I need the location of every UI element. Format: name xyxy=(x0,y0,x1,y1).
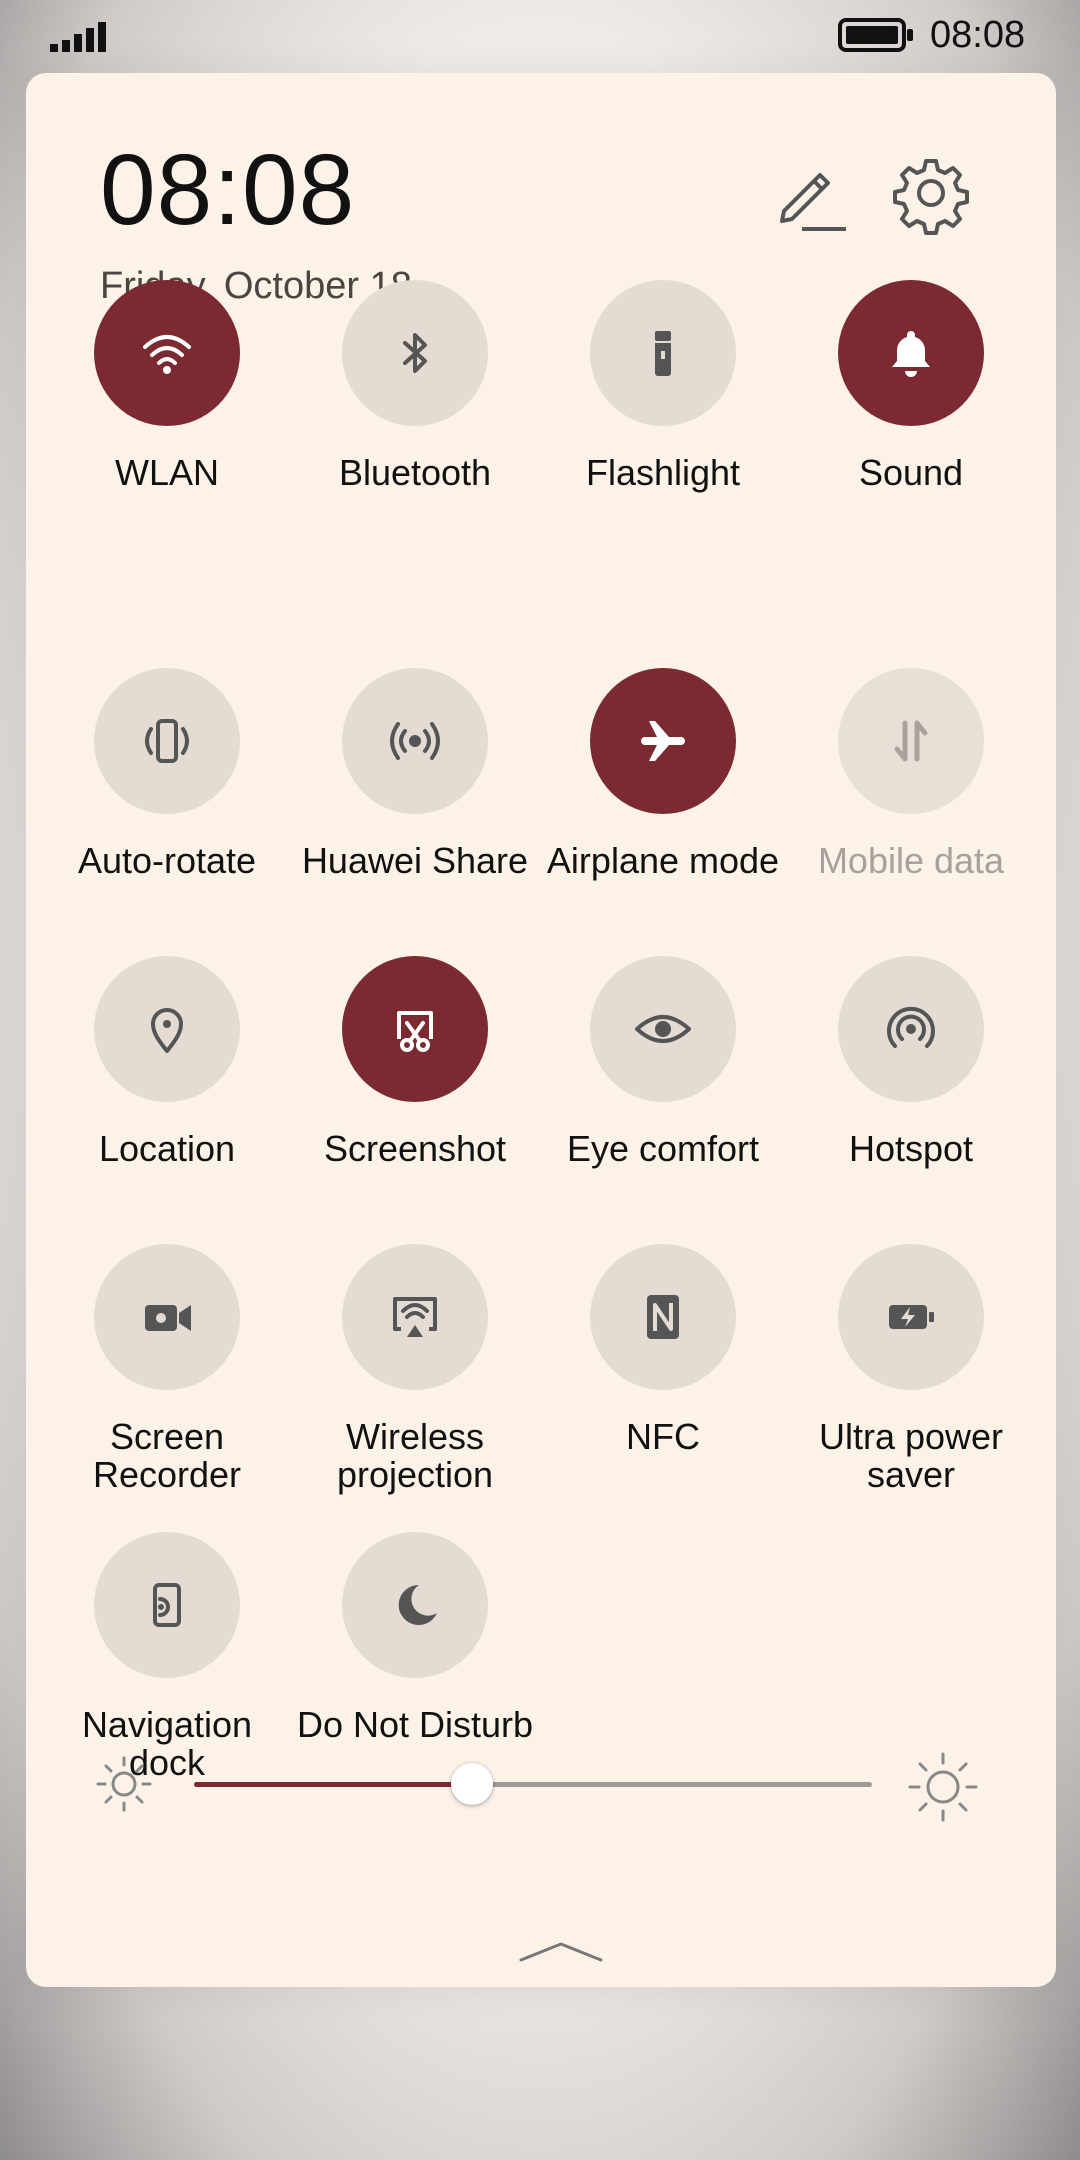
brightness-slider-fill xyxy=(194,1782,472,1787)
ultra-power-saver-toggle[interactable] xyxy=(838,1244,984,1390)
wireless-projection-toggle[interactable] xyxy=(342,1244,488,1390)
wireless-projection-icon xyxy=(393,1297,437,1337)
tile-label: Mobile data xyxy=(817,840,1005,881)
tile-mobile-data[interactable]: Mobile data xyxy=(791,668,1031,880)
tile-airplane-mode[interactable]: Airplane mode xyxy=(543,668,783,880)
tile-screenshot[interactable]: Screenshot xyxy=(295,956,535,1168)
tile-nfc[interactable]: NFC xyxy=(543,1244,783,1456)
flashlight-icon xyxy=(655,331,671,376)
flashlight-toggle[interactable] xyxy=(590,280,736,426)
tile-screen-recorder[interactable]: Screen Recorder xyxy=(47,1244,287,1494)
location-toggle[interactable] xyxy=(94,956,240,1102)
brightness-low-icon xyxy=(96,1756,152,1812)
status-bar: 08:08 xyxy=(0,0,1080,72)
battery-saver-icon xyxy=(889,1305,934,1329)
tile-sound[interactable]: Sound xyxy=(791,280,1031,492)
chevron-up-icon[interactable] xyxy=(491,1930,631,1970)
huawei-share-icon xyxy=(390,722,440,760)
tile-label: Bluetooth xyxy=(338,452,492,493)
huawei-share-toggle[interactable] xyxy=(342,668,488,814)
signal-icon xyxy=(50,22,106,52)
brightness-slider-thumb[interactable] xyxy=(450,1763,493,1805)
tile-bluetooth[interactable]: Bluetooth xyxy=(295,280,535,492)
mobile-data-icon xyxy=(894,720,928,762)
hotspot-icon xyxy=(887,1006,935,1048)
gear-icon[interactable] xyxy=(881,143,981,243)
wlan-toggle[interactable] xyxy=(94,280,240,426)
airplane-mode-toggle[interactable] xyxy=(590,668,736,814)
eye-icon xyxy=(635,1015,691,1043)
eye-comfort-toggle[interactable] xyxy=(590,956,736,1102)
clock: 08:08 xyxy=(100,134,356,246)
tile-label: Screenshot xyxy=(323,1128,507,1169)
tile-location[interactable]: Location xyxy=(47,956,287,1168)
screenshot-toggle[interactable] xyxy=(342,956,488,1102)
moon-icon xyxy=(398,1584,437,1625)
bluetooth-icon xyxy=(403,333,427,373)
tile-wlan[interactable]: WLAN xyxy=(47,280,287,492)
tile-label: Airplane mode xyxy=(546,840,780,881)
edit-icon[interactable] xyxy=(756,143,856,243)
tile-label: Flashlight xyxy=(585,452,741,493)
bluetooth-toggle[interactable] xyxy=(342,280,488,426)
mobile-data-toggle[interactable] xyxy=(838,668,984,814)
auto-rotate-icon xyxy=(145,719,189,763)
tile-label: Eye comfort xyxy=(566,1128,760,1169)
tile-label: Ultra power saver xyxy=(818,1416,1004,1495)
quick-settings-panel: 08:08 Friday, October 18 WLAN Bluetooth … xyxy=(26,73,1056,1987)
airplane-icon xyxy=(641,721,685,761)
tile-do-not-disturb[interactable]: Do Not Disturb xyxy=(295,1532,535,1744)
tile-hotspot[interactable]: Hotspot xyxy=(791,956,1031,1168)
tile-label: Screen Recorder xyxy=(92,1416,242,1495)
tile-flashlight[interactable]: Flashlight xyxy=(543,280,783,492)
nfc-icon xyxy=(647,1295,679,1339)
brightness-high-icon xyxy=(908,1752,978,1822)
tile-label: NFC xyxy=(626,1416,700,1457)
auto-rotate-toggle[interactable] xyxy=(94,668,240,814)
screenshot-icon xyxy=(397,1011,433,1052)
tile-huawei-share[interactable]: Huawei Share xyxy=(295,668,535,880)
screen-recorder-icon xyxy=(145,1305,191,1331)
tile-eye-comfort[interactable]: Eye comfort xyxy=(543,956,783,1168)
nfc-toggle[interactable] xyxy=(590,1244,736,1390)
hotspot-toggle[interactable] xyxy=(838,956,984,1102)
tile-auto-rotate[interactable]: Auto-rotate xyxy=(47,668,287,880)
battery-icon xyxy=(838,18,913,52)
sound-toggle[interactable] xyxy=(838,280,984,426)
bell-icon xyxy=(892,331,930,377)
tile-label: WLAN xyxy=(114,452,219,493)
tile-wireless-projection[interactable]: Wireless projection xyxy=(295,1244,535,1494)
tile-label: Wireless projection xyxy=(336,1416,494,1495)
brightness-slider[interactable] xyxy=(194,1763,872,1805)
location-icon xyxy=(151,1008,183,1053)
tile-label: Auto-rotate xyxy=(77,840,257,881)
wifi-icon xyxy=(143,335,191,374)
navigation-dock-icon xyxy=(153,1583,181,1627)
screen-recorder-toggle[interactable] xyxy=(94,1244,240,1390)
tile-label: Hotspot xyxy=(848,1128,974,1169)
status-time: 08:08 xyxy=(930,14,1026,56)
tile-label: Do Not Disturb xyxy=(296,1704,534,1745)
tile-label: Location xyxy=(98,1128,236,1169)
navigation-dock-toggle[interactable] xyxy=(94,1532,240,1678)
brightness-control xyxy=(60,1744,990,1824)
tile-label: Huawei Share xyxy=(301,840,529,881)
tile-ultra-power-saver[interactable]: Ultra power saver xyxy=(791,1244,1031,1494)
tile-label: Sound xyxy=(858,452,964,493)
do-not-disturb-toggle[interactable] xyxy=(342,1532,488,1678)
